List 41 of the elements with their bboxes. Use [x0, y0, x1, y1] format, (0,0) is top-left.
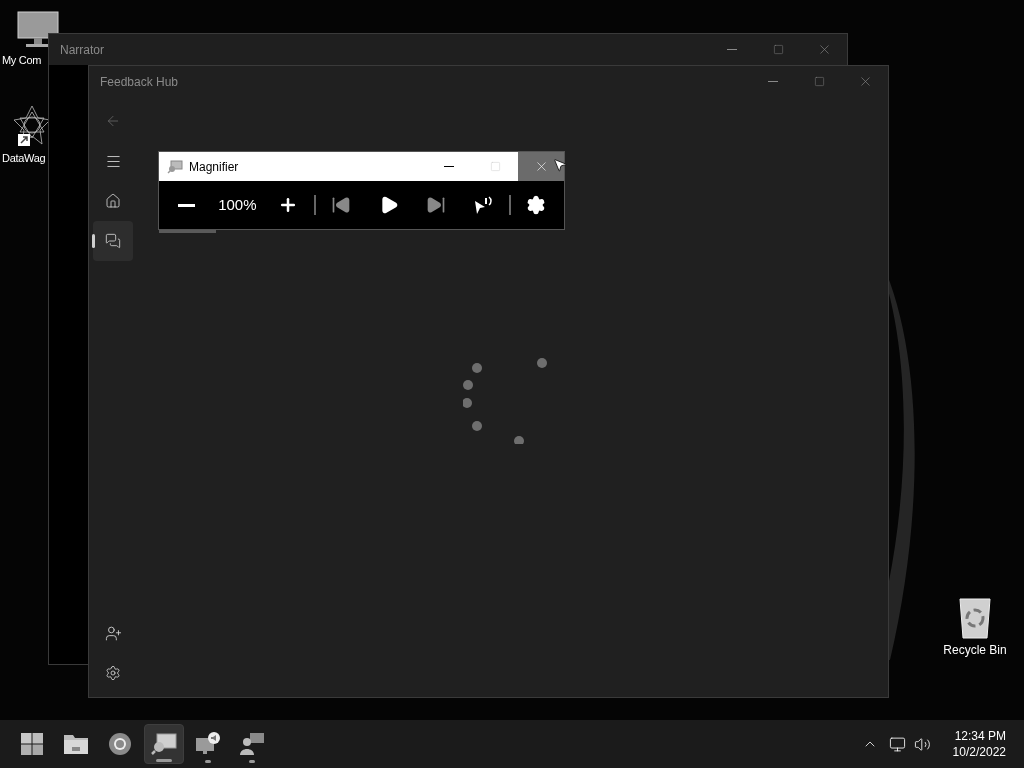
zoom-level: 100% [217, 194, 258, 215]
clock-time[interactable]: 12:34 PM [954, 728, 1006, 744]
settings-icon [105, 665, 121, 681]
monitor-speaker-icon [195, 732, 221, 756]
start-icon [20, 732, 44, 756]
minimize-icon [444, 166, 454, 167]
nav-item[interactable] [93, 221, 133, 261]
feedback-icon [105, 233, 121, 249]
maximize-icon [772, 44, 784, 55]
magnifier-icon [167, 159, 183, 174]
close-button[interactable] [518, 152, 564, 181]
skip-forward-icon [425, 195, 446, 215]
desktop-icon-label[interactable]: My Com [2, 52, 42, 68]
volume-icon[interactable] [913, 735, 931, 753]
minimize-icon [727, 49, 737, 50]
person-chat-icon [239, 732, 265, 756]
maximize-icon [813, 76, 825, 87]
plus-icon [278, 195, 298, 215]
back-icon [105, 113, 121, 129]
window-title: Feedback Hub [100, 73, 179, 91]
add-person-icon [104, 624, 122, 642]
computer-icon [16, 10, 60, 50]
maximize-icon [489, 161, 501, 172]
window-title: Magnifier [189, 158, 239, 176]
minimize-icon [768, 81, 778, 82]
home-icon [105, 193, 121, 209]
folder-icon [63, 733, 89, 755]
recycle-bin-icon [957, 596, 993, 640]
loading-spinner-icon [463, 358, 547, 444]
network-icon[interactable] [888, 735, 906, 753]
taskbar-app[interactable] [144, 724, 184, 764]
pointer-sound-icon [473, 195, 494, 215]
desktop-icon-label[interactable]: Recycle Bin [943, 642, 1007, 658]
settings-icon [526, 195, 547, 215]
skip-back-icon [331, 195, 352, 215]
browser-icon [108, 732, 132, 756]
minus-icon [178, 203, 196, 207]
window-title: Narrator [60, 41, 104, 59]
magnifier-icon [151, 732, 177, 756]
desktop-icon-label[interactable]: DataWag [2, 150, 46, 166]
clock-date[interactable]: 10/2/2022 [952, 744, 1006, 760]
